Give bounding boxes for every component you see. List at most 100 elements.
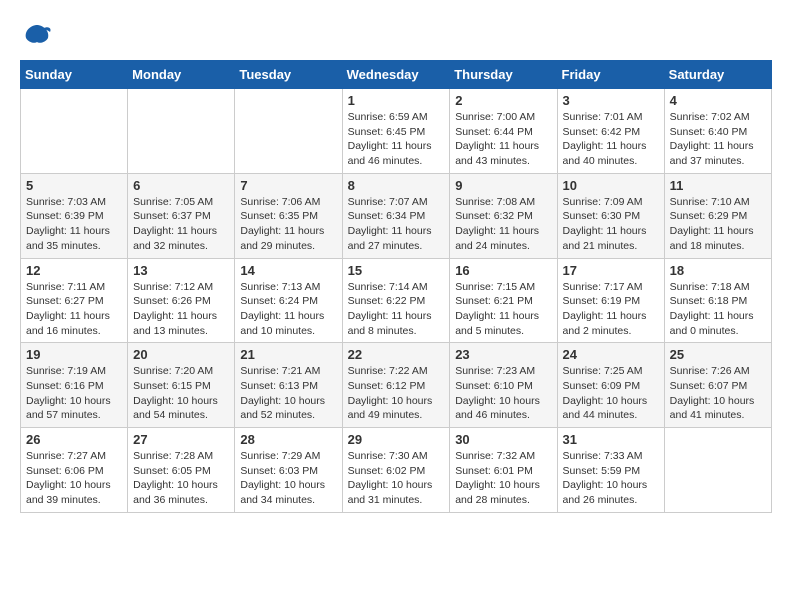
calendar-cell: 29 Sunrise: 7:30 AM Sunset: 6:02 PM Dayli… — [342, 428, 450, 513]
day-number: 7 — [240, 178, 336, 193]
day-info: Sunrise: 7:03 AM Sunset: 6:39 PM Dayligh… — [26, 195, 122, 254]
day-number: 30 — [455, 432, 551, 447]
calendar-cell: 14 Sunrise: 7:13 AM Sunset: 6:24 PM Dayli… — [235, 258, 342, 343]
day-info: Sunrise: 7:25 AM Sunset: 6:09 PM Dayligh… — [563, 364, 659, 423]
day-info: Sunrise: 7:09 AM Sunset: 6:30 PM Dayligh… — [563, 195, 659, 254]
day-info: Sunrise: 7:27 AM Sunset: 6:06 PM Dayligh… — [26, 449, 122, 508]
calendar-week-2: 5 Sunrise: 7:03 AM Sunset: 6:39 PM Daylig… — [21, 173, 772, 258]
day-number: 27 — [133, 432, 229, 447]
day-info: Sunrise: 7:23 AM Sunset: 6:10 PM Dayligh… — [455, 364, 551, 423]
calendar-cell: 11Sunrise: 7:10 AM Sunset: 6:29 PM Dayli… — [664, 173, 771, 258]
calendar-cell: 30 Sunrise: 7:32 AM Sunset: 6:01 PM Dayli… — [450, 428, 557, 513]
day-number: 16 — [455, 263, 551, 278]
day-info: Sunrise: 7:17 AM Sunset: 6:19 PM Dayligh… — [563, 280, 659, 339]
day-number: 28 — [240, 432, 336, 447]
day-info: Sunrise: 7:07 AM Sunset: 6:34 PM Dayligh… — [348, 195, 445, 254]
calendar-cell: 7 Sunrise: 7:06 AM Sunset: 6:35 PM Daylig… — [235, 173, 342, 258]
day-number: 26 — [26, 432, 122, 447]
day-number: 21 — [240, 347, 336, 362]
day-info: Sunrise: 7:02 AM Sunset: 6:40 PM Dayligh… — [670, 110, 766, 169]
weekday-header-tuesday: Tuesday — [235, 61, 342, 89]
calendar-cell: 22 Sunrise: 7:22 AM Sunset: 6:12 PM Dayli… — [342, 343, 450, 428]
calendar-week-1: 1 Sunrise: 6:59 AM Sunset: 6:45 PM Daylig… — [21, 89, 772, 174]
calendar-cell — [235, 89, 342, 174]
day-info: Sunrise: 7:29 AM Sunset: 6:03 PM Dayligh… — [240, 449, 336, 508]
calendar-cell: 5 Sunrise: 7:03 AM Sunset: 6:39 PM Daylig… — [21, 173, 128, 258]
calendar-cell: 10 Sunrise: 7:09 AM Sunset: 6:30 PM Dayli… — [557, 173, 664, 258]
day-number: 6 — [133, 178, 229, 193]
day-info: Sunrise: 7:13 AM Sunset: 6:24 PM Dayligh… — [240, 280, 336, 339]
calendar-week-5: 26 Sunrise: 7:27 AM Sunset: 6:06 PM Dayli… — [21, 428, 772, 513]
calendar-cell: 2 Sunrise: 7:00 AM Sunset: 6:44 PM Daylig… — [450, 89, 557, 174]
day-info: Sunrise: 7:32 AM Sunset: 6:01 PM Dayligh… — [455, 449, 551, 508]
day-number: 5 — [26, 178, 122, 193]
calendar-cell: 19Sunrise: 7:19 AM Sunset: 6:16 PM Dayli… — [21, 343, 128, 428]
calendar-table: SundayMondayTuesdayWednesdayThursdayFrid… — [20, 60, 772, 513]
day-number: 12 — [26, 263, 122, 278]
calendar-cell: 1 Sunrise: 6:59 AM Sunset: 6:45 PM Daylig… — [342, 89, 450, 174]
day-number: 1 — [348, 93, 445, 108]
calendar-cell: 17 Sunrise: 7:17 AM Sunset: 6:19 PM Dayli… — [557, 258, 664, 343]
day-number: 13 — [133, 263, 229, 278]
day-info: Sunrise: 7:08 AM Sunset: 6:32 PM Dayligh… — [455, 195, 551, 254]
day-info: Sunrise: 7:10 AM Sunset: 6:29 PM Dayligh… — [670, 195, 766, 254]
calendar-cell: 15Sunrise: 7:14 AM Sunset: 6:22 PM Dayli… — [342, 258, 450, 343]
calendar-cell: 24Sunrise: 7:25 AM Sunset: 6:09 PM Dayli… — [557, 343, 664, 428]
calendar-cell — [21, 89, 128, 174]
day-number: 8 — [348, 178, 445, 193]
day-info: Sunrise: 7:21 AM Sunset: 6:13 PM Dayligh… — [240, 364, 336, 423]
day-info: Sunrise: 7:14 AM Sunset: 6:22 PM Dayligh… — [348, 280, 445, 339]
day-info: Sunrise: 7:22 AM Sunset: 6:12 PM Dayligh… — [348, 364, 445, 423]
calendar-cell — [664, 428, 771, 513]
calendar-cell: 6Sunrise: 7:05 AM Sunset: 6:37 PM Daylig… — [128, 173, 235, 258]
day-number: 19 — [26, 347, 122, 362]
day-info: Sunrise: 7:01 AM Sunset: 6:42 PM Dayligh… — [563, 110, 659, 169]
day-number: 14 — [240, 263, 336, 278]
calendar-cell: 21 Sunrise: 7:21 AM Sunset: 6:13 PM Dayli… — [235, 343, 342, 428]
weekday-header-friday: Friday — [557, 61, 664, 89]
day-number: 29 — [348, 432, 445, 447]
calendar-cell: 16Sunrise: 7:15 AM Sunset: 6:21 PM Dayli… — [450, 258, 557, 343]
day-info: Sunrise: 7:11 AM Sunset: 6:27 PM Dayligh… — [26, 280, 122, 339]
calendar-cell: 28 Sunrise: 7:29 AM Sunset: 6:03 PM Dayli… — [235, 428, 342, 513]
day-info: Sunrise: 6:59 AM Sunset: 6:45 PM Dayligh… — [348, 110, 445, 169]
day-info: Sunrise: 7:06 AM Sunset: 6:35 PM Dayligh… — [240, 195, 336, 254]
logo-bird-icon — [22, 20, 52, 50]
page-header — [20, 20, 772, 50]
calendar-cell: 27 Sunrise: 7:28 AM Sunset: 6:05 PM Dayli… — [128, 428, 235, 513]
calendar-cell: 12 Sunrise: 7:11 AM Sunset: 6:27 PM Dayli… — [21, 258, 128, 343]
calendar-cell: 4 Sunrise: 7:02 AM Sunset: 6:40 PM Daylig… — [664, 89, 771, 174]
day-number: 20 — [133, 347, 229, 362]
day-number: 23 — [455, 347, 551, 362]
day-number: 18 — [670, 263, 766, 278]
day-number: 17 — [563, 263, 659, 278]
day-info: Sunrise: 7:33 AM Sunset: 5:59 PM Dayligh… — [563, 449, 659, 508]
day-info: Sunrise: 7:30 AM Sunset: 6:02 PM Dayligh… — [348, 449, 445, 508]
day-info: Sunrise: 7:26 AM Sunset: 6:07 PM Dayligh… — [670, 364, 766, 423]
day-info: Sunrise: 7:18 AM Sunset: 6:18 PM Dayligh… — [670, 280, 766, 339]
calendar-cell: 25 Sunrise: 7:26 AM Sunset: 6:07 PM Dayli… — [664, 343, 771, 428]
calendar-cell: 31Sunrise: 7:33 AM Sunset: 5:59 PM Dayli… — [557, 428, 664, 513]
day-info: Sunrise: 7:00 AM Sunset: 6:44 PM Dayligh… — [455, 110, 551, 169]
calendar-week-3: 12 Sunrise: 7:11 AM Sunset: 6:27 PM Dayli… — [21, 258, 772, 343]
calendar-cell: 8 Sunrise: 7:07 AM Sunset: 6:34 PM Daylig… — [342, 173, 450, 258]
calendar-cell: 13 Sunrise: 7:12 AM Sunset: 6:26 PM Dayli… — [128, 258, 235, 343]
day-number: 22 — [348, 347, 445, 362]
calendar-cell: 9 Sunrise: 7:08 AM Sunset: 6:32 PM Daylig… — [450, 173, 557, 258]
calendar-week-4: 19Sunrise: 7:19 AM Sunset: 6:16 PM Dayli… — [21, 343, 772, 428]
weekday-header-sunday: Sunday — [21, 61, 128, 89]
weekday-header-thursday: Thursday — [450, 61, 557, 89]
day-info: Sunrise: 7:20 AM Sunset: 6:15 PM Dayligh… — [133, 364, 229, 423]
day-info: Sunrise: 7:28 AM Sunset: 6:05 PM Dayligh… — [133, 449, 229, 508]
calendar-cell: 3Sunrise: 7:01 AM Sunset: 6:42 PM Daylig… — [557, 89, 664, 174]
day-number: 2 — [455, 93, 551, 108]
day-info: Sunrise: 7:12 AM Sunset: 6:26 PM Dayligh… — [133, 280, 229, 339]
weekday-header-monday: Monday — [128, 61, 235, 89]
calendar-cell — [128, 89, 235, 174]
day-number: 9 — [455, 178, 551, 193]
calendar-cell: 18 Sunrise: 7:18 AM Sunset: 6:18 PM Dayli… — [664, 258, 771, 343]
day-number: 4 — [670, 93, 766, 108]
logo — [20, 20, 52, 50]
day-number: 25 — [670, 347, 766, 362]
day-number: 10 — [563, 178, 659, 193]
